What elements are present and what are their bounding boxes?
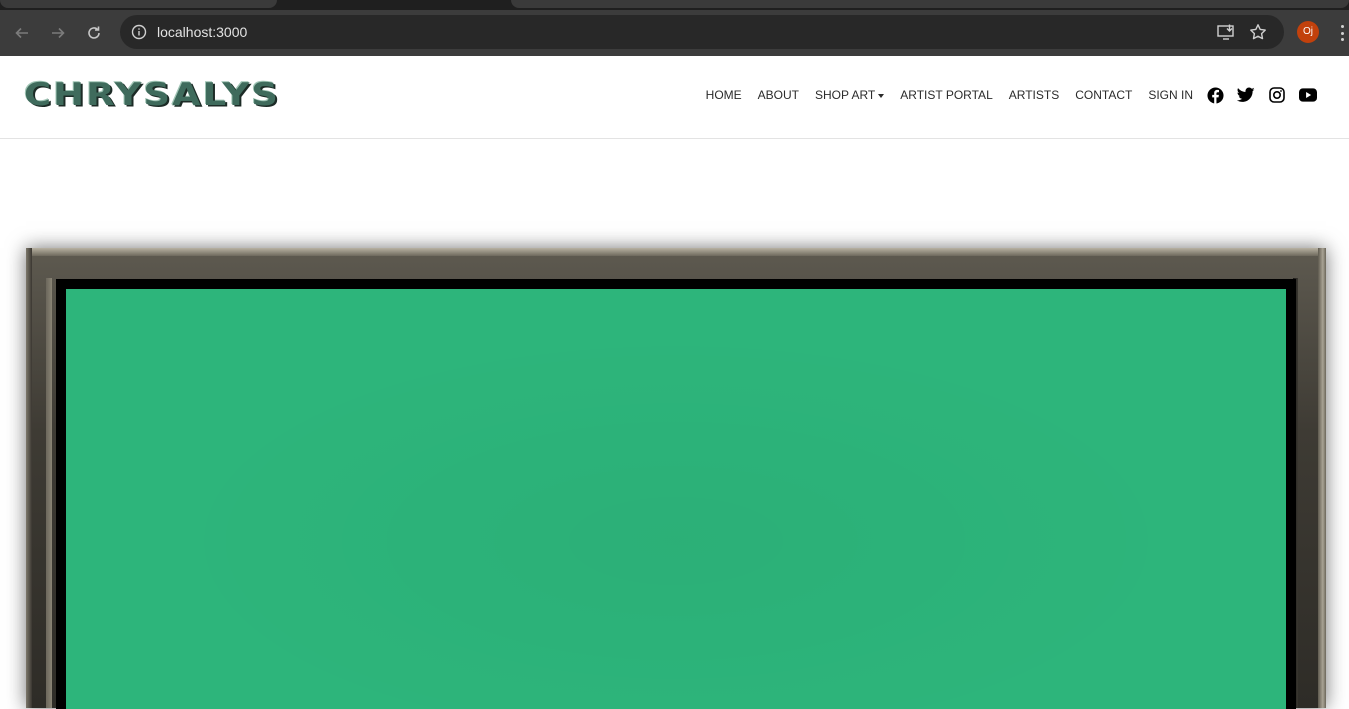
site-header: CHRYSALYS HOME ABOUT SHOP ART ARTIST POR… bbox=[0, 56, 1349, 139]
url-text[interactable]: localhost:3000 bbox=[157, 23, 247, 41]
bookmark-button[interactable] bbox=[1248, 22, 1268, 42]
browser-tab[interactable] bbox=[0, 0, 277, 8]
instagram-link[interactable] bbox=[1268, 86, 1286, 104]
browser-tab[interactable] bbox=[511, 0, 1349, 8]
frame-inner-edge bbox=[46, 278, 52, 708]
nav-about[interactable]: ABOUT bbox=[758, 84, 799, 106]
install-app-button[interactable] bbox=[1216, 22, 1236, 42]
back-button[interactable] bbox=[10, 21, 34, 45]
youtube-icon bbox=[1299, 88, 1317, 102]
frame-bevel bbox=[1318, 248, 1326, 708]
browser-toolbar: localhost:3000 Oj bbox=[0, 10, 1349, 56]
nav-shop-art-dropdown[interactable]: SHOP ART bbox=[815, 84, 885, 106]
facebook-icon bbox=[1206, 86, 1224, 104]
browser-tab-strip bbox=[0, 0, 1349, 10]
site-logo[interactable]: CHRYSALYS bbox=[24, 76, 280, 113]
info-icon bbox=[131, 24, 147, 40]
nav-home[interactable]: HOME bbox=[706, 84, 742, 106]
nav-artists[interactable]: ARTISTS bbox=[1009, 84, 1059, 106]
browser-menu-button[interactable] bbox=[1336, 23, 1349, 43]
facebook-link[interactable] bbox=[1206, 86, 1224, 104]
frame-bevel bbox=[26, 248, 32, 708]
frame-bevel bbox=[26, 248, 1326, 256]
star-icon bbox=[1250, 24, 1266, 40]
nav-contact[interactable]: CONTACT bbox=[1075, 84, 1132, 106]
artwork-frame bbox=[26, 248, 1326, 709]
kebab-menu-icon bbox=[1341, 25, 1344, 28]
arrow-left-icon bbox=[15, 27, 28, 39]
hero-artwork bbox=[66, 289, 1286, 709]
address-bar[interactable]: localhost:3000 bbox=[120, 15, 1284, 49]
caret-down-icon bbox=[878, 93, 885, 98]
nav-shop-art-label: SHOP ART bbox=[815, 88, 876, 102]
reload-button[interactable] bbox=[82, 21, 106, 45]
arrow-right-icon bbox=[52, 27, 65, 39]
instagram-icon bbox=[1269, 87, 1285, 103]
youtube-link[interactable] bbox=[1299, 86, 1317, 104]
twitter-icon bbox=[1237, 87, 1255, 102]
reload-icon bbox=[88, 26, 100, 39]
twitter-link[interactable] bbox=[1237, 86, 1255, 104]
forward-button[interactable] bbox=[46, 21, 70, 45]
main-nav: HOME ABOUT SHOP ART ARTIST PORTAL ARTIST… bbox=[706, 84, 1317, 106]
profile-avatar[interactable]: Oj bbox=[1297, 21, 1319, 43]
nav-sign-in[interactable]: SIGN IN bbox=[1148, 84, 1193, 106]
install-app-icon bbox=[1217, 24, 1234, 40]
site-info-button[interactable] bbox=[128, 21, 150, 43]
nav-artist-portal[interactable]: ARTIST PORTAL bbox=[900, 84, 992, 106]
